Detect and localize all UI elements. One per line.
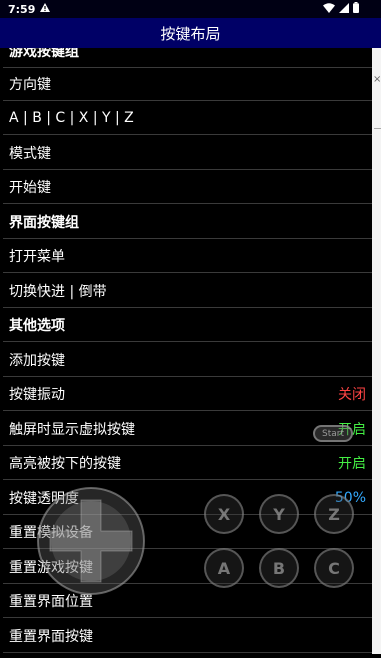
list-item-highlight-pressed[interactable]: 高亮被按下的按键 开启 xyxy=(3,447,372,480)
section-header-ui-keys: 界面按键组 xyxy=(3,206,372,239)
row-label: 其他选项 xyxy=(9,318,65,334)
page-title: 按键布局 xyxy=(160,24,221,43)
battery-icon xyxy=(353,2,359,16)
row-label: 开始键 xyxy=(9,180,51,196)
virtual-x-button[interactable]: X xyxy=(204,494,244,534)
section-header-other-options: 其他选项 xyxy=(3,309,372,342)
wifi-icon xyxy=(323,2,335,16)
row-label: 添加按键 xyxy=(9,353,65,369)
b-button-label: B xyxy=(272,558,286,578)
highlight-pressed-value: 开启 xyxy=(338,456,366,472)
row-label: 切换快进 | 倒带 xyxy=(9,284,107,300)
row-label: 游戏按键组 xyxy=(9,48,79,60)
warning-icon xyxy=(40,3,51,15)
row-label: 方向键 xyxy=(9,77,51,93)
row-label: 打开菜单 xyxy=(9,249,65,265)
x-button-label: X xyxy=(217,504,231,524)
row-label: 重置界面按键 xyxy=(9,629,93,645)
divider xyxy=(374,128,381,129)
y-button-label: Y xyxy=(273,504,285,524)
row-label: 界面按键组 xyxy=(9,215,79,231)
section-header-game-keys: 游戏按键组 xyxy=(3,48,372,68)
list-item-dpad[interactable]: 方向键 xyxy=(3,68,372,101)
z-button-label: Z xyxy=(328,504,340,524)
list-item-reset-ui-keys[interactable]: 重置界面按键 xyxy=(3,620,372,653)
virtual-a-button[interactable]: A xyxy=(204,548,244,588)
virtual-y-button[interactable]: Y xyxy=(259,494,299,534)
background-window-edge: × xyxy=(372,48,381,654)
close-icon: × xyxy=(373,74,381,85)
vibration-value: 关闭 xyxy=(338,387,366,403)
dpad-icon[interactable] xyxy=(36,486,146,596)
list-item-open-menu[interactable]: 打开菜单 xyxy=(3,240,372,273)
status-time: 7:59 xyxy=(8,2,36,16)
row-label: 按键振动 xyxy=(9,387,65,403)
list-item-fast-forward-rewind[interactable]: 切换快进 | 倒带 xyxy=(3,275,372,308)
list-item-key-vibration[interactable]: 按键振动 关闭 xyxy=(3,378,372,411)
title-bar: 按键布局 xyxy=(0,18,381,48)
list-item-start-key[interactable]: 开始键 xyxy=(3,171,372,204)
row-label: 高亮被按下的按键 xyxy=(9,456,121,472)
list-item-abcxyz[interactable]: A | B | C | X | Y | Z xyxy=(3,102,372,135)
virtual-b-button[interactable]: B xyxy=(259,548,299,588)
status-bar: 7:59 xyxy=(0,0,381,18)
start-button-label: Start xyxy=(322,428,344,439)
start-button[interactable]: Start xyxy=(313,425,353,442)
signal-icon xyxy=(339,2,349,16)
row-label: A | B | C | X | Y | Z xyxy=(9,110,134,126)
list-item-add-key[interactable]: 添加按键 xyxy=(3,344,372,377)
list-item-mode-key[interactable]: 模式键 xyxy=(3,137,372,170)
c-button-label: C xyxy=(328,558,340,578)
row-label: 模式键 xyxy=(9,146,51,162)
virtual-c-button[interactable]: C xyxy=(314,548,354,588)
row-label: 触屏时显示虚拟按键 xyxy=(9,422,135,438)
bottom-edge xyxy=(0,654,381,658)
a-button-label: A xyxy=(217,558,231,578)
virtual-z-button[interactable]: Z xyxy=(314,494,354,534)
